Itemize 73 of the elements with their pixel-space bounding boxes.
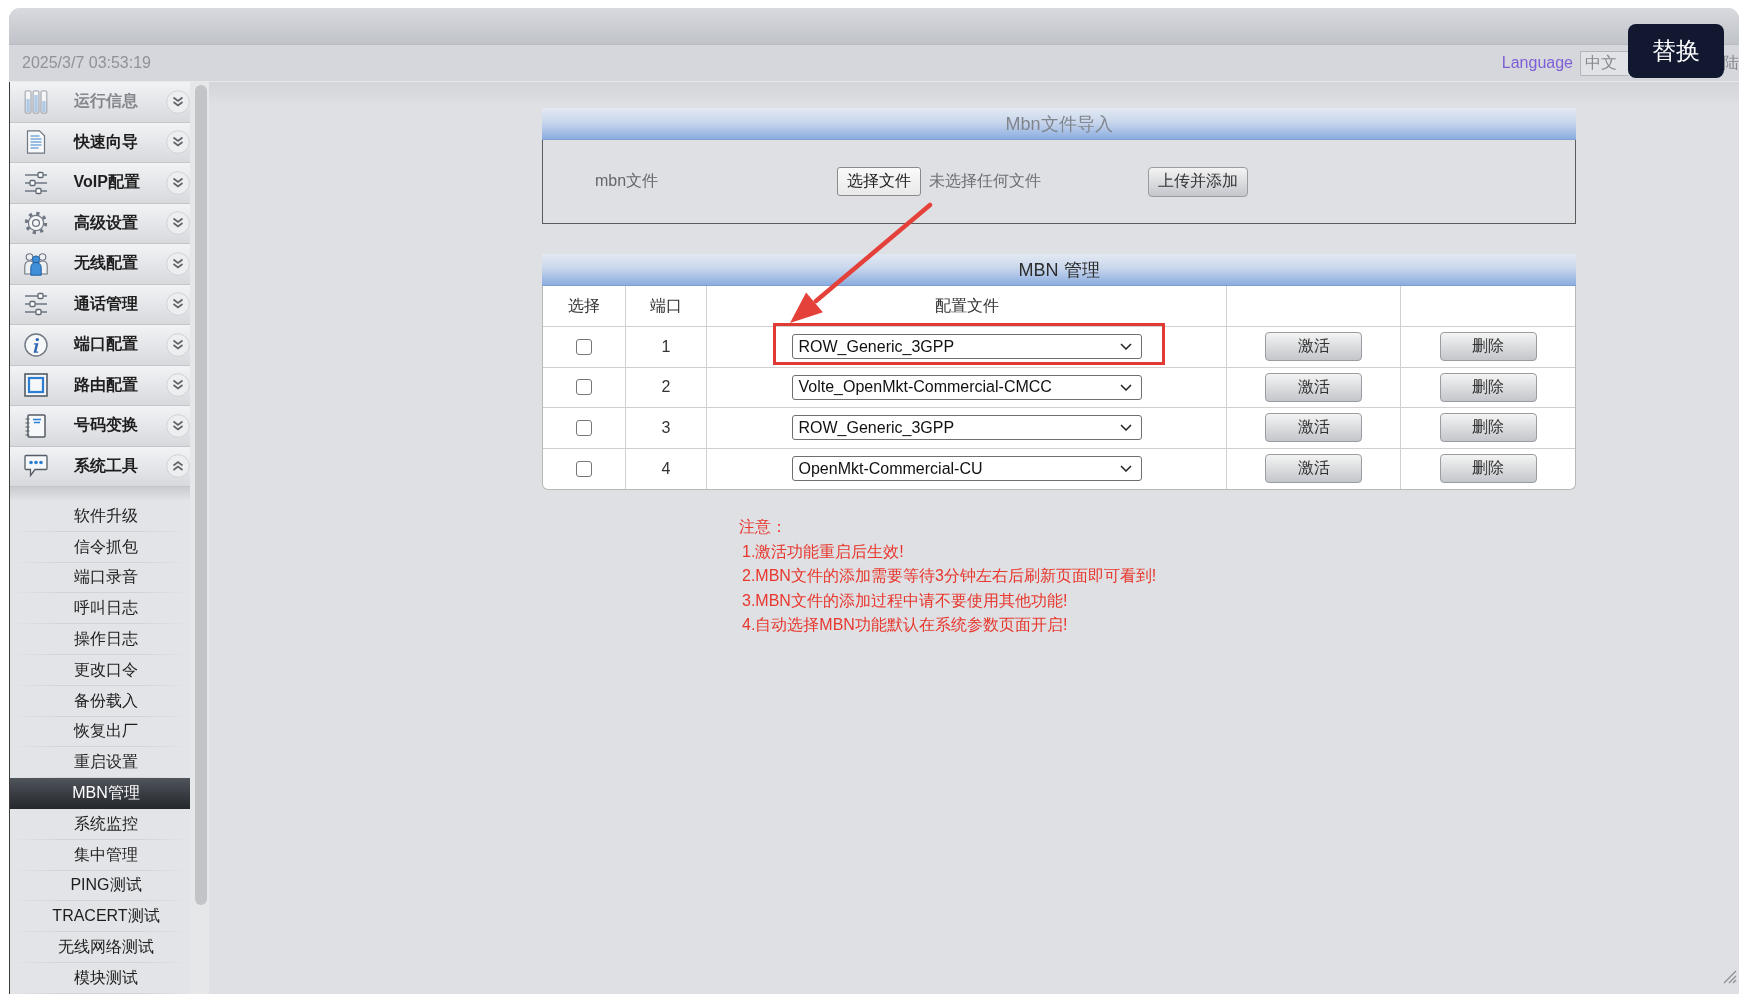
double-chevron-down-icon[interactable] (166, 170, 190, 195)
frame-icon (24, 373, 48, 398)
replace-button[interactable]: 替换 (1628, 24, 1724, 78)
table-cell: 2 (626, 367, 707, 407)
menu-group-item[interactable]: 路由配置 (10, 365, 190, 406)
activate-button[interactable]: 激活 (1265, 332, 1362, 362)
note-text: 2.MBN文件的添加需要等待3分钟左右后刷新页面即可看到! (741, 566, 1157, 586)
checkbox[interactable] (576, 419, 592, 436)
partial-text: 陆 (1723, 52, 1739, 73)
table-cell: 3 (626, 408, 707, 448)
sliders-icon (24, 170, 48, 195)
people-icon (24, 251, 48, 276)
menu-group-item[interactable]: 高级设置 (10, 203, 190, 244)
language-label: Language (1501, 54, 1573, 72)
activate-button[interactable]: 激活 (1265, 372, 1362, 402)
table-cell: 4 (626, 448, 707, 489)
double-chevron-down-icon[interactable] (166, 130, 190, 155)
note-title: 注意： (739, 517, 787, 537)
sliders-icon (24, 292, 48, 317)
profile-select[interactable]: OpenMkt-Commercial-CU (791, 456, 1142, 482)
delete-button[interactable]: 删除 (1439, 332, 1537, 362)
double-chevron-down-icon[interactable] (166, 292, 190, 317)
menu-group-item[interactable]: 端口配置 (10, 325, 190, 366)
panel-title: MBN 管理 (542, 254, 1576, 286)
double-chevron-down-icon[interactable] (166, 332, 190, 357)
note-text: 4.自动选择MBN功能默认在系统参数页面开启! (741, 615, 1068, 635)
activate-button[interactable]: 激活 (1265, 413, 1362, 443)
info-icon (24, 332, 48, 357)
chevron-down-icon (1119, 383, 1132, 391)
profile-select[interactable]: ROW_Generic_3GPP (791, 334, 1142, 360)
menu-group-item[interactable]: 通话管理 (10, 284, 190, 325)
menu-group-item[interactable]: 系统工具 (10, 446, 190, 487)
double-chevron-down-icon[interactable] (166, 373, 190, 398)
panel-title: Mbn文件导入 (542, 108, 1576, 140)
notebook-icon (24, 413, 48, 438)
menu-group-item[interactable]: VoIP配置 (10, 163, 190, 204)
activate-button[interactable]: 激活 (1265, 454, 1362, 484)
checkbox[interactable] (576, 338, 592, 355)
menu-group-item[interactable]: 快速向导 (10, 122, 190, 163)
column-bars-icon (24, 89, 48, 114)
menu-group-item[interactable]: 号码变换 (10, 406, 190, 447)
column-header: 端口 (626, 286, 707, 326)
note-text: 3.MBN文件的添加过程中请不要使用其他功能! (741, 590, 1068, 611)
chevron-down-icon (1119, 343, 1132, 351)
submenu-item[interactable]: MBN管理 (10, 778, 190, 809)
profile-select[interactable]: Volte_OpenMkt-Commercial-CMCC (791, 374, 1142, 400)
profile-select[interactable]: ROW_Generic_3GPP (791, 415, 1142, 441)
menu-group-item[interactable]: 无线配置 (10, 244, 190, 285)
column-header: 选择 (543, 286, 626, 326)
file-status-text: 未选择任何文件 (929, 171, 1041, 191)
checkbox[interactable] (576, 460, 592, 477)
gear-icon (24, 211, 48, 236)
choose-file-button[interactable]: 选择文件 (837, 167, 921, 196)
scrollbar[interactable] (195, 85, 207, 905)
double-chevron-down-icon[interactable] (166, 211, 190, 236)
double-chevron-down-icon[interactable] (166, 251, 190, 276)
datetime-text: 2025/3/7 03:53:19 (22, 54, 151, 72)
delete-button[interactable]: 删除 (1439, 413, 1537, 443)
field-label: mbn文件 (595, 171, 659, 191)
double-chevron-down-icon[interactable] (166, 413, 190, 438)
resize-grip-icon[interactable] (1723, 970, 1737, 984)
document-icon (24, 130, 48, 155)
double-chevron-down-icon[interactable] (166, 89, 190, 114)
chat-bubble-icon (24, 454, 48, 479)
table-cell: 1 (626, 327, 707, 367)
delete-button[interactable]: 删除 (1439, 454, 1537, 484)
chevron-down-icon (1119, 465, 1132, 473)
note-text: 1.激活功能重启后生效! (741, 541, 904, 562)
checkbox[interactable] (576, 379, 592, 396)
upload-button[interactable]: 上传并添加 (1148, 166, 1248, 197)
chevron-down-icon (1119, 424, 1132, 432)
delete-button[interactable]: 删除 (1439, 372, 1537, 402)
double-chevron-up-icon[interactable] (166, 454, 190, 479)
